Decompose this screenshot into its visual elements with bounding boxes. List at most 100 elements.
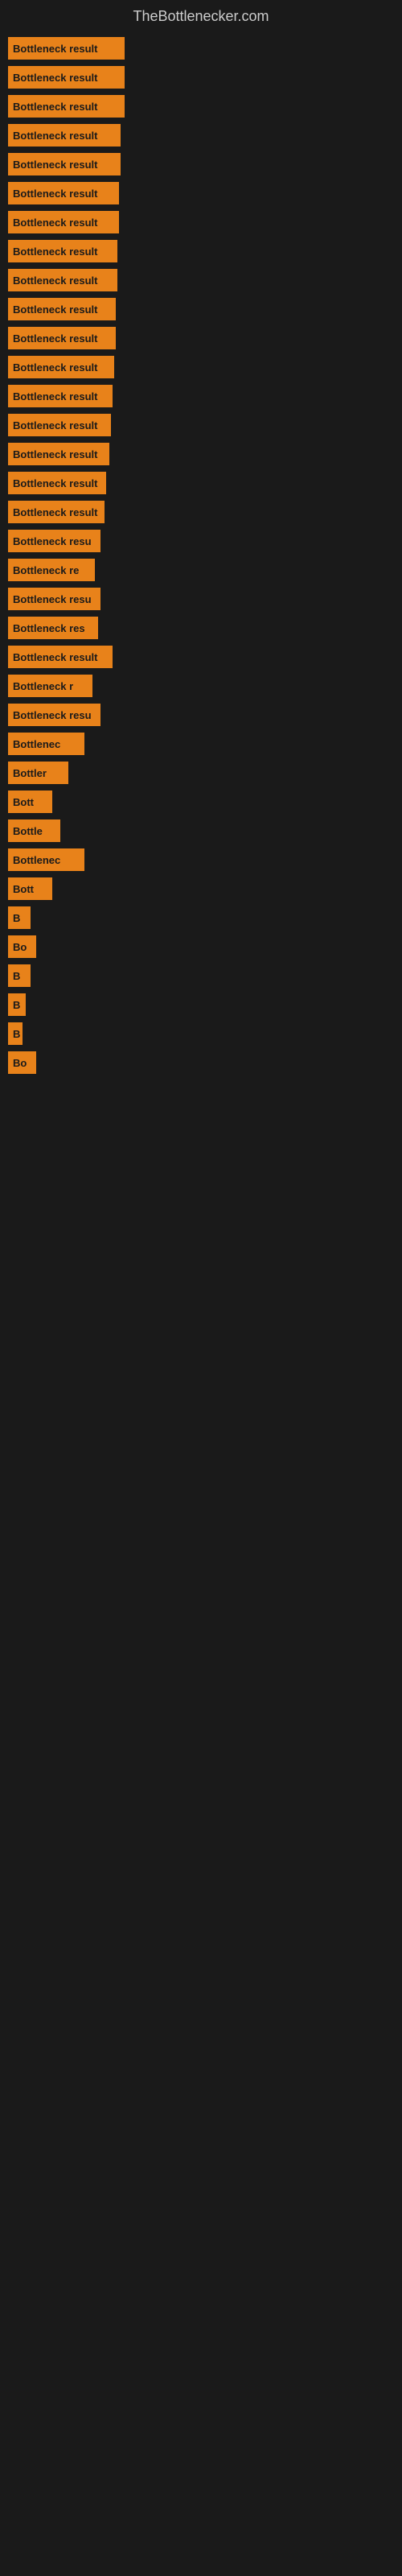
bar-row: B [8, 1022, 394, 1045]
bar-label: Bott [13, 883, 34, 895]
bar-label: Bottleneck result [13, 246, 97, 258]
bar-row: Bottleneck resu [8, 588, 394, 610]
bar-label: Bottleneck re [13, 564, 79, 576]
result-bar[interactable]: Bottleneck re [8, 559, 95, 581]
bar-label: Bottleneck result [13, 101, 97, 113]
bar-label: B [13, 999, 20, 1011]
bar-row: Bottleneck res [8, 617, 394, 639]
bar-label: Bottlenec [13, 854, 60, 866]
bar-row: Bottleneck result [8, 414, 394, 436]
bar-row: Bo [8, 935, 394, 958]
bar-row: Bottleneck result [8, 153, 394, 175]
bar-label: Bottleneck result [13, 390, 97, 402]
bar-row: Bottleneck result [8, 356, 394, 378]
bar-label: Bottlenec [13, 738, 60, 750]
result-bar[interactable]: Bottleneck resu [8, 704, 100, 726]
bar-row: B [8, 993, 394, 1016]
result-bar[interactable]: Bottleneck result [8, 646, 113, 668]
result-bar[interactable]: Bo [8, 935, 36, 958]
result-bar[interactable]: Bottlenec [8, 848, 84, 871]
bar-row: Bottleneck result [8, 66, 394, 89]
bar-label: Bottleneck result [13, 159, 97, 171]
result-bar[interactable]: Bottleneck r [8, 675, 92, 697]
result-bar[interactable]: Bottleneck resu [8, 588, 100, 610]
bar-label: Bottleneck res [13, 622, 85, 634]
bar-row: B [8, 964, 394, 987]
result-bar[interactable]: Bottleneck result [8, 472, 106, 494]
bar-row: Bottleneck result [8, 472, 394, 494]
bar-label: Bottleneck resu [13, 593, 92, 605]
bar-row: Bottleneck resu [8, 530, 394, 552]
bar-row: Bott [8, 877, 394, 900]
bar-row: Bottleneck result [8, 443, 394, 465]
bar-label: Bottleneck result [13, 188, 97, 200]
bar-label: Bottleneck result [13, 332, 97, 345]
result-bar[interactable]: B [8, 906, 31, 929]
bar-row: Bottleneck result [8, 124, 394, 147]
result-bar[interactable]: Bottlenec [8, 733, 84, 755]
bar-label: Bo [13, 941, 27, 953]
result-bar[interactable]: Bottleneck result [8, 356, 114, 378]
result-bar[interactable]: Bottleneck result [8, 501, 105, 523]
result-bar[interactable]: Bo [8, 1051, 36, 1074]
result-bar[interactable]: B [8, 964, 31, 987]
bar-label: B [13, 1028, 20, 1040]
result-bar[interactable]: Bottleneck result [8, 269, 117, 291]
bar-row: Bottleneck re [8, 559, 394, 581]
bar-label: Bott [13, 796, 34, 808]
bar-row: Bottleneck result [8, 501, 394, 523]
result-bar[interactable]: Bottleneck result [8, 153, 121, 175]
bar-row: Bottlenec [8, 733, 394, 755]
bar-label: Bottleneck result [13, 275, 97, 287]
bar-row: Bo [8, 1051, 394, 1074]
bar-row: Bottleneck result [8, 95, 394, 118]
result-bar[interactable]: Bottler [8, 762, 68, 784]
result-bar[interactable]: Bottleneck result [8, 414, 111, 436]
bar-row: Bottleneck result [8, 646, 394, 668]
result-bar[interactable]: Bottleneck result [8, 298, 116, 320]
result-bar[interactable]: Bottleneck result [8, 385, 113, 407]
result-bar[interactable]: Bottleneck result [8, 66, 125, 89]
bar-row: Bottleneck resu [8, 704, 394, 726]
result-bar[interactable]: Bottleneck resu [8, 530, 100, 552]
result-bar[interactable]: Bottleneck result [8, 37, 125, 60]
bar-label: Bottleneck result [13, 361, 97, 374]
bar-label: Bottleneck resu [13, 535, 92, 547]
result-bar[interactable]: Bottleneck res [8, 617, 98, 639]
result-bar[interactable]: Bott [8, 791, 52, 813]
bar-row: Bottleneck result [8, 327, 394, 349]
result-bar[interactable]: Bottleneck result [8, 327, 116, 349]
bar-row: Bottleneck result [8, 298, 394, 320]
bar-label: Bottleneck r [13, 680, 73, 692]
result-bar[interactable]: Bottleneck result [8, 124, 121, 147]
result-bar[interactable]: Bott [8, 877, 52, 900]
bar-label: Bottleneck result [13, 130, 97, 142]
result-bar[interactable]: B [8, 1022, 23, 1045]
site-title: TheBottlenecker.com [0, 0, 402, 37]
result-bar[interactable]: Bottleneck result [8, 240, 117, 262]
bar-label: Bottleneck result [13, 217, 97, 229]
result-bar[interactable]: Bottleneck result [8, 182, 119, 204]
bar-row: Bottleneck result [8, 211, 394, 233]
bar-row: Bottleneck result [8, 269, 394, 291]
result-bar[interactable]: Bottle [8, 819, 60, 842]
bar-row: Bottleneck result [8, 37, 394, 60]
bar-row: Bottleneck r [8, 675, 394, 697]
bar-label: B [13, 912, 20, 924]
bar-label: B [13, 970, 20, 982]
bar-label: Bottleneck resu [13, 709, 92, 721]
bars-container: Bottleneck result Bottleneck result Bottle… [0, 37, 402, 1080]
bar-label: Bottle [13, 825, 43, 837]
bar-label: Bottleneck result [13, 43, 97, 55]
bar-row: Bottle [8, 819, 394, 842]
bar-row: Bottler [8, 762, 394, 784]
bar-label: Bottleneck result [13, 506, 97, 518]
result-bar[interactable]: Bottleneck result [8, 443, 109, 465]
bar-row: Bottleneck result [8, 240, 394, 262]
result-bar[interactable]: B [8, 993, 26, 1016]
bar-row: B [8, 906, 394, 929]
result-bar[interactable]: Bottleneck result [8, 95, 125, 118]
bar-row: Bott [8, 791, 394, 813]
bar-label: Bottler [13, 767, 47, 779]
result-bar[interactable]: Bottleneck result [8, 211, 119, 233]
